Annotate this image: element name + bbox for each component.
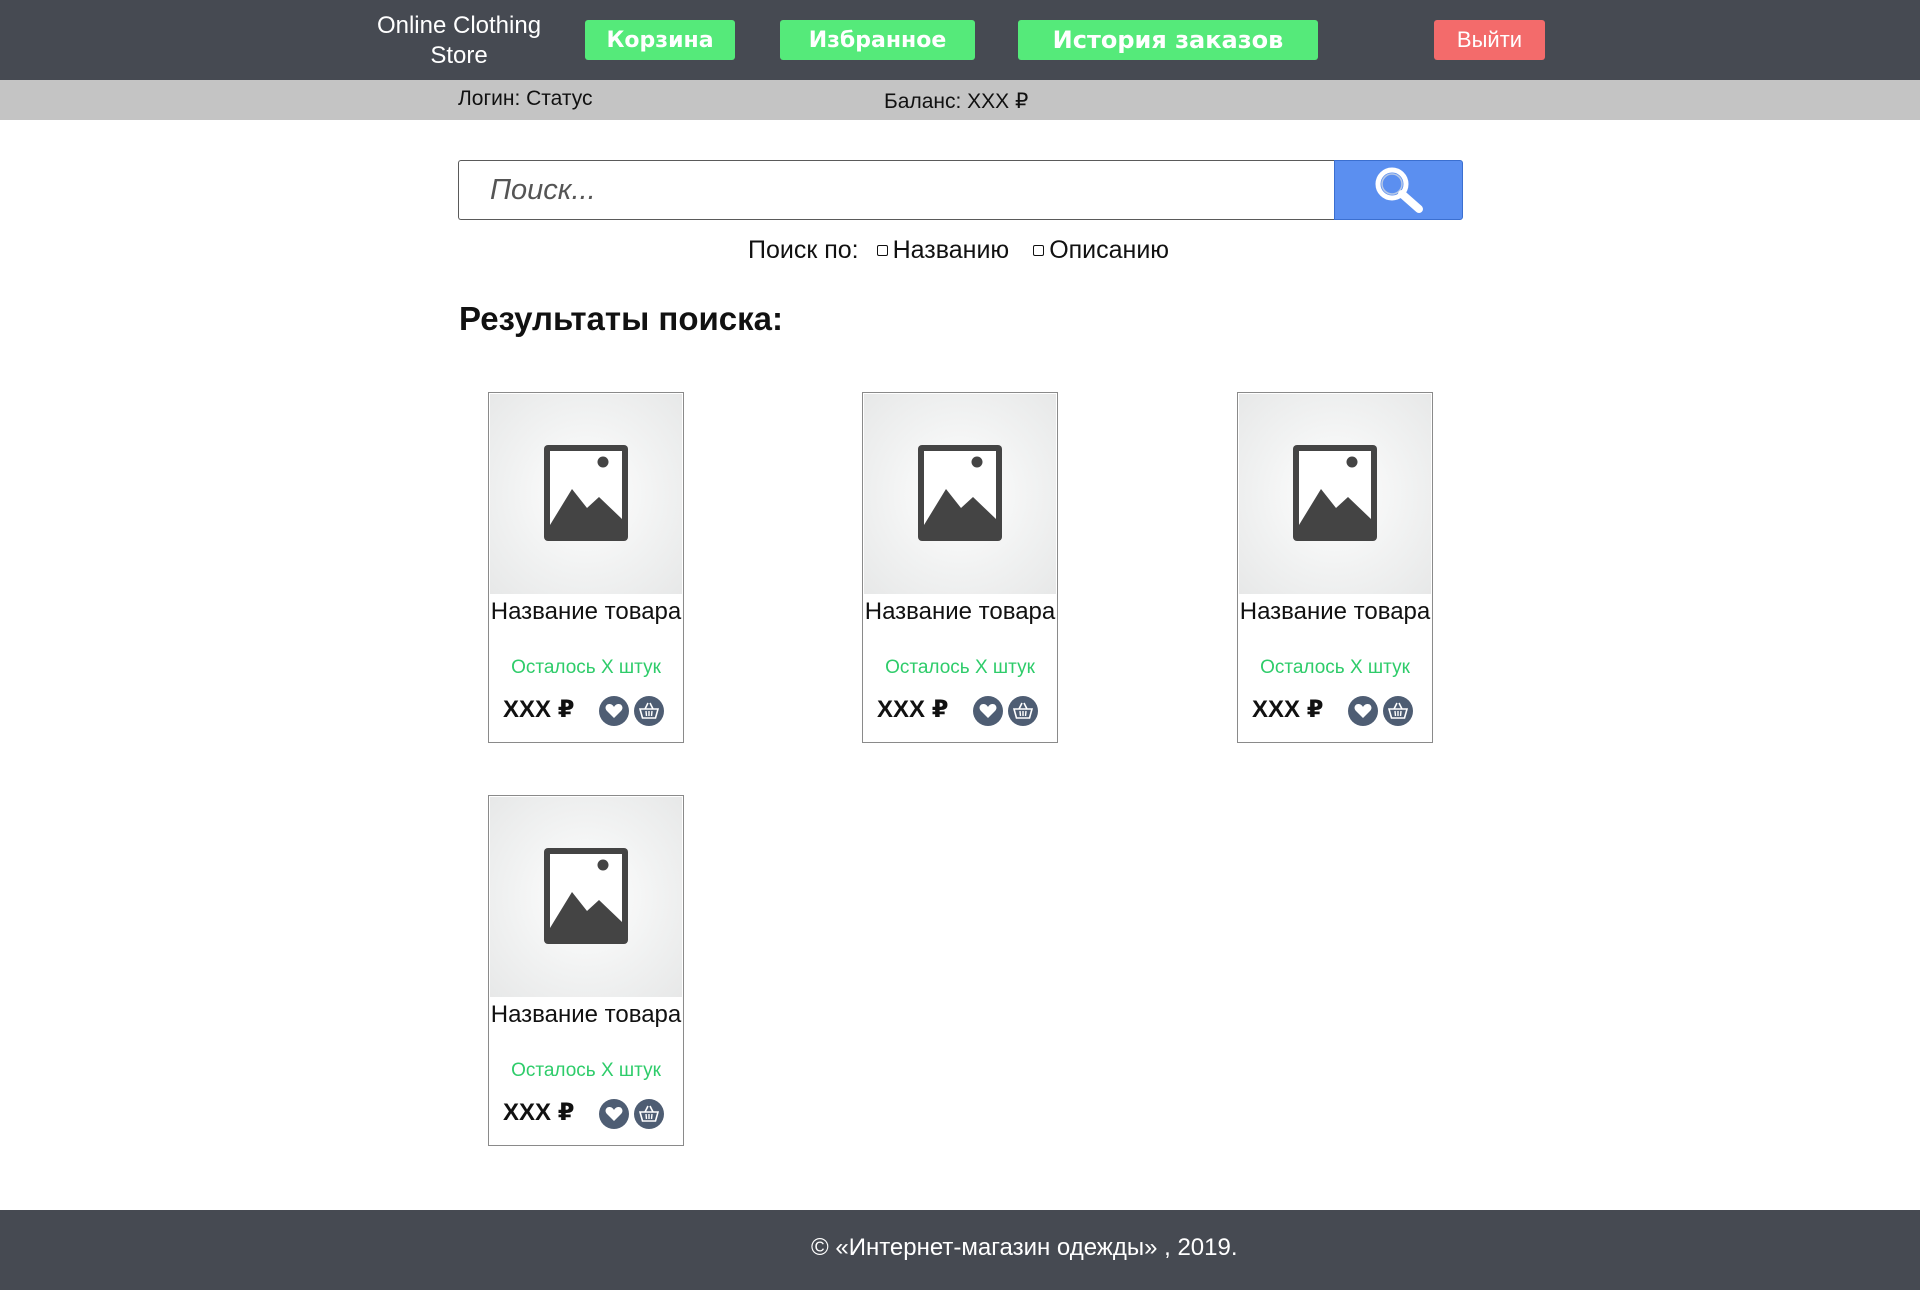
- search-icon: [1375, 167, 1423, 213]
- product-name[interactable]: Название товара: [863, 597, 1057, 627]
- product-stock: Осталось X штук: [1260, 657, 1410, 678]
- basket-icon: [1388, 702, 1408, 719]
- results-heading: Результаты поиска:: [459, 300, 784, 337]
- add-to-favorites-button[interactable]: [599, 1099, 629, 1129]
- store-brand[interactable]: Online Clothing Store: [359, 11, 559, 71]
- cart-button[interactable]: Корзина: [585, 20, 735, 60]
- login-status: Логин: Статус: [458, 87, 593, 110]
- product-card[interactable]: Название товара Осталось X штук XXX ₽: [862, 392, 1058, 743]
- search-by-options: Поиск по: Названию Описанию: [748, 235, 1193, 265]
- add-to-cart-button[interactable]: [634, 696, 664, 726]
- checkbox-box[interactable]: [876, 244, 888, 256]
- basket-icon: [1013, 702, 1033, 719]
- footer: © «Интернет-магазин одежды» , 2019.: [0, 1210, 1920, 1290]
- product-name[interactable]: Название товара: [489, 1000, 683, 1030]
- order-history-button[interactable]: История заказов: [1018, 20, 1318, 60]
- favorites-button[interactable]: Избранное: [780, 20, 975, 60]
- product-stock: Осталось X штук: [511, 1060, 661, 1081]
- logout-button[interactable]: Выйти: [1434, 20, 1545, 60]
- product-image[interactable]: [1239, 394, 1431, 594]
- image-placeholder-icon: [544, 445, 628, 541]
- add-to-cart-button[interactable]: [1383, 696, 1413, 726]
- add-to-favorites-button[interactable]: [973, 696, 1003, 726]
- search-button[interactable]: [1334, 160, 1463, 220]
- product-price: XXX ₽: [503, 696, 575, 723]
- heart-icon: [605, 1106, 623, 1121]
- basket-icon: [639, 702, 659, 719]
- product-card[interactable]: Название товара Осталось X штук XXX ₽: [488, 392, 684, 743]
- heart-icon: [605, 703, 623, 718]
- balance: Баланс: XXX ₽: [884, 90, 1029, 113]
- user-info-bar: Логин: Статус Баланс: XXX ₽: [0, 80, 1920, 120]
- product-name[interactable]: Название товара: [1238, 597, 1432, 627]
- copyright-text: © «Интернет-магазин одежды» , 2019.: [811, 1234, 1238, 1261]
- add-to-favorites-button[interactable]: [599, 696, 629, 726]
- checkbox-box[interactable]: [1033, 244, 1045, 256]
- search-by-label: Поиск по:: [748, 235, 859, 264]
- product-price: XXX ₽: [877, 696, 949, 723]
- add-to-cart-button[interactable]: [1008, 696, 1038, 726]
- product-stock: Осталось X штук: [885, 657, 1035, 678]
- product-stock: Осталось X штук: [511, 657, 661, 678]
- image-placeholder-icon: [544, 848, 628, 944]
- add-to-favorites-button[interactable]: [1348, 696, 1378, 726]
- add-to-cart-button[interactable]: [634, 1099, 664, 1129]
- search-by-name-checkbox[interactable]: Названию: [876, 235, 1010, 265]
- top-navigation-bar: Online Clothing Store Корзина Избранное …: [0, 0, 1920, 80]
- product-name[interactable]: Название товара: [489, 597, 683, 627]
- heart-icon: [1354, 703, 1372, 718]
- product-image[interactable]: [864, 394, 1056, 594]
- product-image[interactable]: [490, 797, 682, 997]
- product-image[interactable]: [490, 394, 682, 594]
- image-placeholder-icon: [918, 445, 1002, 541]
- checkbox-label: Описанию: [1049, 235, 1170, 264]
- product-price: XXX ₽: [1252, 696, 1324, 723]
- heart-icon: [979, 703, 997, 718]
- basket-icon: [639, 1105, 659, 1122]
- checkbox-label: Названию: [892, 235, 1010, 264]
- search-by-description-checkbox[interactable]: Описанию: [1033, 236, 1169, 265]
- product-card[interactable]: Название товара Осталось X штук XXX ₽: [488, 795, 684, 1146]
- product-price: XXX ₽: [503, 1099, 575, 1126]
- product-card[interactable]: Название товара Осталось X штук XXX ₽: [1237, 392, 1433, 743]
- image-placeholder-icon: [1293, 445, 1377, 541]
- search-input[interactable]: [458, 160, 1335, 220]
